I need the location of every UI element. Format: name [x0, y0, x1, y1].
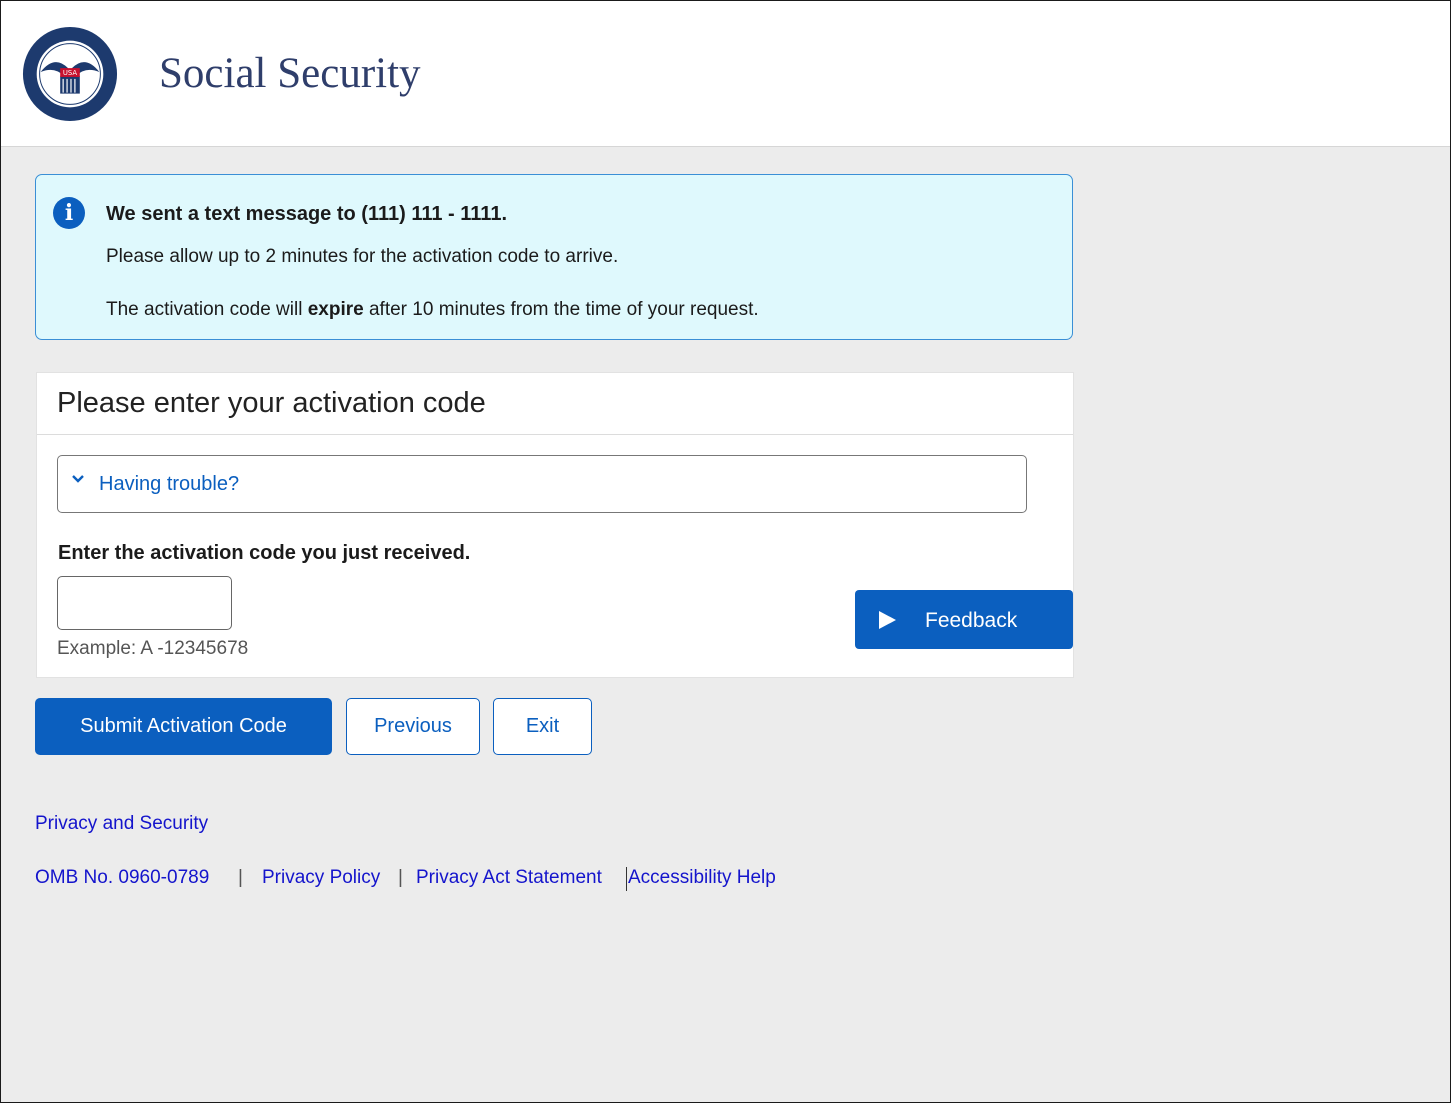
accessibility-help-link[interactable]: Accessibility Help [628, 867, 776, 889]
chevron-down-icon [72, 475, 84, 483]
brand-title[interactable]: Social Security [159, 49, 421, 98]
activation-card: Please enter your activation code Having… [36, 372, 1074, 678]
card-header: Please enter your activation code [37, 373, 1073, 435]
activation-code-label: Enter the activation code you just recei… [58, 542, 471, 564]
svg-text:USA: USA [63, 69, 78, 77]
activation-code-example: Example: A -12345678 [57, 638, 249, 659]
alert-title: We sent a text message to (111) 111 - 11… [106, 203, 507, 225]
privacy-policy-link[interactable]: Privacy Policy [262, 867, 380, 889]
having-trouble-accordion[interactable]: Having trouble? [57, 455, 1027, 513]
info-icon: i [53, 197, 85, 229]
text-cursor [626, 867, 627, 891]
submit-activation-code-button[interactable]: Submit Activation Code [35, 698, 332, 755]
omb-number-link[interactable]: OMB No. 0960-0789 [35, 867, 209, 889]
feedback-button[interactable]: Feedback [855, 590, 1073, 649]
ssa-seal-logo: USA [22, 26, 118, 122]
having-trouble-label: Having trouble? [99, 473, 240, 495]
card-title: Please enter your activation code [57, 387, 486, 419]
play-icon [879, 611, 896, 629]
alert-expiry-note: The activation code will expire after 10… [106, 299, 759, 320]
privacy-security-link[interactable]: Privacy and Security [35, 813, 208, 835]
feedback-label: Feedback [925, 609, 1018, 632]
privacy-act-statement-link[interactable]: Privacy Act Statement [416, 867, 602, 889]
site-header: USA Social Security [1, 1, 1450, 147]
alert-arrival-note: Please allow up to 2 minutes for the act… [106, 246, 619, 267]
info-alert: i We sent a text message to (111) 111 - … [35, 174, 1073, 340]
footer-separator: | [398, 867, 403, 888]
footer-separator: | [238, 867, 243, 888]
exit-button[interactable]: Exit [493, 698, 592, 755]
previous-button[interactable]: Previous [346, 698, 480, 755]
activation-code-input[interactable] [57, 576, 232, 630]
